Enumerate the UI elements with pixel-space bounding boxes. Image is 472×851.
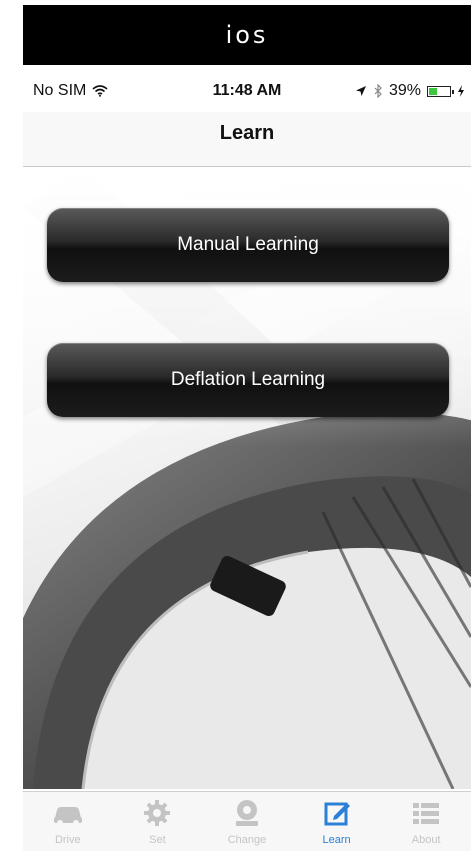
tab-learn[interactable]: Learn xyxy=(292,792,382,851)
location-arrow-icon xyxy=(355,86,366,96)
battery-percent: 39% xyxy=(388,82,421,99)
page-title: Learn xyxy=(219,122,275,144)
bluetooth-icon xyxy=(374,84,382,98)
status-bar: No SIM 11:48 AM 39% xyxy=(23,68,471,112)
tab-drive-label: Drive xyxy=(54,834,81,846)
tab-set[interactable]: Set xyxy=(113,792,203,851)
platform-banner: ios xyxy=(23,5,471,65)
battery-fill xyxy=(429,87,437,95)
tab-change[interactable]: Change xyxy=(202,792,292,851)
tab-drive[interactable]: Drive xyxy=(23,792,113,851)
tire-change-icon xyxy=(235,800,258,826)
deflation-learning-label: Deflation Learning xyxy=(170,369,326,390)
platform-label: ios xyxy=(225,21,269,49)
list-icon xyxy=(413,803,440,824)
phone-screen: No SIM 11:48 AM 39% Learn Manual Learnin… xyxy=(23,68,471,851)
edit-icon xyxy=(324,802,350,826)
tab-about-label: About xyxy=(411,834,441,846)
tab-about[interactable]: About xyxy=(381,792,471,851)
tab-learn-label: Learn xyxy=(322,834,351,846)
manual-learning-label: Manual Learning xyxy=(177,234,319,255)
gear-icon xyxy=(144,800,171,826)
tab-set-label: Set xyxy=(149,834,166,846)
learn-content-area: Manual Learning Deflation Learning xyxy=(23,167,471,789)
tab-change-label: Change xyxy=(227,834,267,846)
deflation-learning-button[interactable]: Deflation Learning xyxy=(47,343,449,417)
navigation-bar: Learn xyxy=(23,112,471,167)
screenshot-frame: ios No SIM 11:48 AM 39% Learn Manual Lea… xyxy=(0,0,472,851)
tab-bar: Drive Set Change Learn About xyxy=(23,791,471,851)
status-right: 39% xyxy=(355,82,465,100)
car-icon xyxy=(53,807,82,826)
charging-bolt-icon xyxy=(458,85,464,97)
manual-learning-button[interactable]: Manual Learning xyxy=(47,208,449,282)
battery-icon xyxy=(427,85,454,97)
